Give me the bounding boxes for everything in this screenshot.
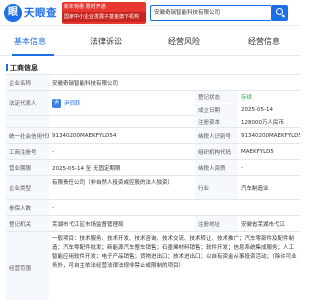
logo-text: 天眼查 [24,7,57,19]
table-row: 法定代表人 尹 尹同跃 登记状态 存续 成立日期 2025-05-14 [6,91,300,116]
top-bar: 眼 天眼查 新年特惠 限时开通 国家中小企业发展子基金旗下机构 安徽奇瑞智能科技… [0,0,300,26]
credit-code-value: 91340200MAEKFYLD54 [49,128,195,143]
industry-value: 汽车制造业 [238,176,300,199]
table-row: 企业名称 安徽奇瑞智能科技有限公司 [6,75,300,91]
staff-label: 参保人数 [6,200,49,215]
tab-legal[interactable]: 法律诉讼 [90,36,122,47]
business-info-table: 企业名称 安徽奇瑞智能科技有限公司 法定代表人 尹 尹同跃 登记状态 存续 成立… [6,74,300,300]
tab-bar: 基本信息 法律诉讼 经营风险 经营信息 [0,30,300,56]
table-row: 注册资本 128000万人民币 [6,116,300,128]
taxpayer-id-value: 91340200MAEKFYLD54 [238,128,300,143]
table-row: 登记机关 芜湖市弋江区市场监督管理局 注册地址 安徽省芜湖市弋江 [6,216,300,232]
taxpayer-id-label: 纳税人识别号 [195,128,238,143]
promo-line-1: 新年特惠 限时开通 [64,4,106,10]
reg-no-value: - [49,144,195,159]
scope-label: 经营范围 [6,232,49,300]
empty-value [49,116,195,127]
est-date-value: 2025-05-14 [238,104,300,116]
status-label: 登记状态 [195,91,238,103]
promo-line-2: 国家中小企业发展子基金旗下机构 [62,12,146,22]
company-name-label: 企业名称 [6,75,49,90]
region-label: 注册地址 [195,216,238,231]
section-title: 工商信息 [10,64,38,72]
taxpayer-qual-label: 纳税人资质 [195,160,238,175]
search-icon-handle [281,14,286,18]
table-row: 营业期限 2025-05-14 至 无固定期限 纳税人资质 - [6,160,300,176]
org-code-value: MAEKFYLD5 [238,144,300,159]
period-value: 2025-05-14 至 无固定期限 [49,160,195,175]
site-logo[interactable]: 眼 天眼查 [4,3,57,22]
company-name-value: 安徽奇瑞智能科技有限公司 [49,75,300,90]
legal-rep-label: 法定代表人 [6,91,49,115]
org-code-label: 组织机构代码 [195,144,238,159]
taxpayer-qual-value: - [238,160,300,175]
capital-value: 128000万人民币 [238,116,300,127]
tab-operations[interactable]: 经营信息 [248,36,280,47]
promo-banner[interactable]: 新年特惠 限时开通 国家中小企业发展子基金旗下机构 [62,2,146,24]
section-marker [6,64,8,71]
active-tab-indicator [12,54,54,56]
table-row: 工商注册号 - 组织机构代码 MAEKFYLD5 [6,144,300,160]
authority-label: 登记机关 [6,216,49,231]
scope-value: 一般项目：技术服务、技术开发、技术咨询、技术交流、技术转让、技术推广；汽车零部件… [49,232,300,300]
tab-basic-info[interactable]: 基本信息 [14,36,46,47]
legal-rep-link[interactable]: 尹同跃 [64,99,81,107]
est-date-label: 成立日期 [195,104,238,116]
company-type-label: 企业类型 [6,176,49,199]
region-value: 安徽省芜湖市弋江 [238,216,300,231]
logo-icon: 眼 [4,3,22,22]
credit-code-label: 统一社会信用代码 [6,128,49,143]
table-row: 经营范围 一般项目：技术服务、技术开发、技术咨询、技术交流、技术转让、技术推广；… [6,232,300,300]
reg-no-label: 工商注册号 [6,144,49,159]
table-row: 企业类型 有限责任公司（非自然人投资或控股的法人独资） 行业 汽车制造业 [6,176,300,200]
tab-risk[interactable]: 经营风险 [168,36,200,47]
staff-value: - [49,200,300,215]
avatar: 尹 [52,98,61,108]
table-row: 参保人数 - [6,200,300,216]
industry-label: 行业 [195,176,238,199]
status-badge: 存续 [238,91,300,103]
authority-value: 芜湖市弋江区市场监督管理局 [49,216,195,231]
table-row: 统一社会信用代码 91340200MAEKFYLD54 纳税人识别号 91340… [6,128,300,144]
capital-label: 注册资本 [195,116,238,127]
period-label: 营业期限 [6,160,49,175]
company-type-value: 有限责任公司（非自然人投资或控股的法人独资） [49,176,195,199]
search-button[interactable] [272,5,288,21]
legal-rep-value[interactable]: 尹 尹同跃 [49,91,195,115]
search-input[interactable]: 安徽奇瑞智能科技有限公司 [150,5,272,21]
empty-label [6,116,49,127]
